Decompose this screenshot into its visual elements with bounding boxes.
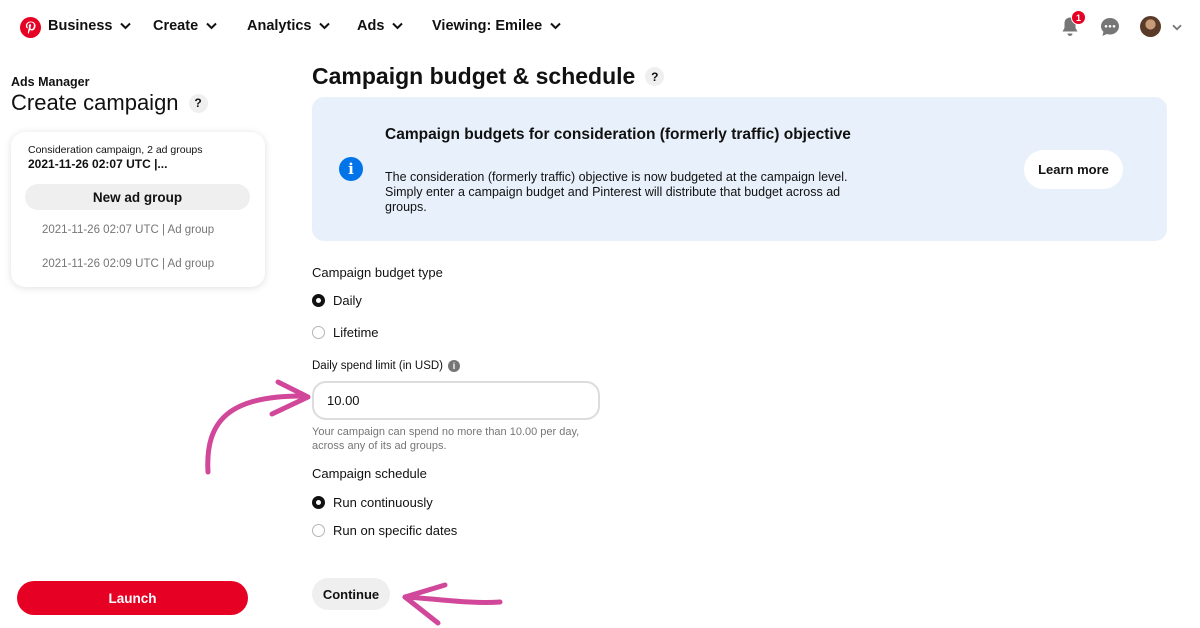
budget-type-label: Campaign budget type — [312, 265, 443, 280]
nav-business-label: Business — [48, 18, 113, 34]
sidebar-title-text: Create campaign — [11, 90, 179, 115]
nav-viewing-label: Viewing: Emilee — [432, 18, 543, 34]
continue-button[interactable]: Continue — [312, 578, 390, 610]
info-icon: i — [339, 157, 363, 181]
spend-limit-label: Daily spend limit (in USD) i — [312, 360, 461, 372]
radio-button-checked[interactable] — [312, 496, 325, 509]
sidebar-title: Create campaign ? — [11, 90, 208, 116]
chevron-down-icon — [120, 22, 132, 30]
page-title: Campaign budget & schedule ? — [312, 63, 665, 90]
annotation-arrow-to-input — [205, 393, 308, 475]
help-icon[interactable]: ? — [188, 93, 208, 113]
avatar[interactable] — [1140, 16, 1161, 37]
spend-limit-label-text: Daily spend limit (in USD) — [312, 360, 444, 372]
radio-specific-dates-label: Run on specific dates — [333, 523, 458, 538]
top-nav: Business Create Analytics Ads Viewing: E… — [0, 0, 1200, 56]
chevron-down-icon — [550, 22, 561, 30]
info-heading: Campaign budgets for consideration (form… — [385, 126, 851, 143]
radio-button[interactable] — [312, 326, 325, 339]
learn-more-button[interactable]: Learn more — [1024, 150, 1123, 189]
info-body: The consideration (formerly traffic) obj… — [385, 170, 848, 214]
chevron-down-icon — [319, 22, 331, 30]
nav-create-menu[interactable]: Create — [153, 18, 217, 34]
nav-ads-menu[interactable]: Ads — [357, 18, 404, 34]
campaign-card[interactable]: Consideration campaign, 2 ad groups 2021… — [11, 132, 265, 287]
daily-spend-input[interactable] — [312, 381, 600, 420]
help-icon[interactable]: ? — [645, 67, 665, 86]
campaign-subtitle: Consideration campaign, 2 ad groups — [28, 144, 203, 156]
radio-run-continuously[interactable]: Run continuously — [312, 495, 433, 510]
radio-daily[interactable]: Daily — [312, 293, 362, 308]
launch-button[interactable]: Launch — [17, 581, 248, 615]
annotation-arrowhead — [402, 582, 448, 626]
schedule-label: Campaign schedule — [312, 466, 427, 481]
page-title-text: Campaign budget & schedule — [312, 63, 636, 89]
campaign-title: 2021-11-26 02:07 UTC |... — [28, 157, 168, 171]
section-label: Ads Manager — [11, 75, 90, 89]
chevron-down-icon[interactable] — [1172, 24, 1182, 31]
nav-business-menu[interactable]: Business — [48, 18, 132, 34]
notification-badge: 1 — [1071, 10, 1086, 25]
radio-button[interactable] — [312, 524, 325, 537]
new-ad-group-button[interactable]: New ad group — [25, 184, 250, 210]
radio-lifetime-label: Lifetime — [333, 325, 379, 340]
nav-viewing-menu[interactable]: Viewing: Emilee — [432, 18, 561, 34]
info-icon[interactable]: i — [448, 360, 461, 372]
annotation-arrow-to-continue — [402, 594, 503, 605]
spend-helper-text: Your campaign can spend no more than 10.… — [312, 426, 580, 452]
nav-ads-label: Ads — [357, 18, 385, 34]
nav-analytics-label: Analytics — [247, 18, 312, 34]
radio-daily-label: Daily — [333, 293, 362, 308]
speech-bubble-icon[interactable] — [1100, 17, 1120, 37]
chevron-down-icon — [392, 22, 404, 30]
nav-analytics-menu[interactable]: Analytics — [247, 18, 331, 34]
radio-run-continuously-label: Run continuously — [333, 495, 433, 510]
chevron-down-icon — [206, 22, 217, 30]
radio-specific-dates[interactable]: Run on specific dates — [312, 523, 457, 538]
ad-group-item[interactable]: 2021-11-26 02:07 UTC | Ad group — [42, 224, 214, 236]
ad-group-item[interactable]: 2021-11-26 02:09 UTC | Ad group — [42, 258, 214, 270]
nav-create-label: Create — [153, 18, 199, 34]
radio-lifetime[interactable]: Lifetime — [312, 325, 379, 340]
info-banner: i Campaign budgets for consideration (fo… — [312, 97, 1167, 241]
annotation-arrowhead — [269, 379, 311, 417]
radio-button-checked[interactable] — [312, 294, 325, 307]
pinterest-logo-icon[interactable] — [20, 17, 41, 38]
